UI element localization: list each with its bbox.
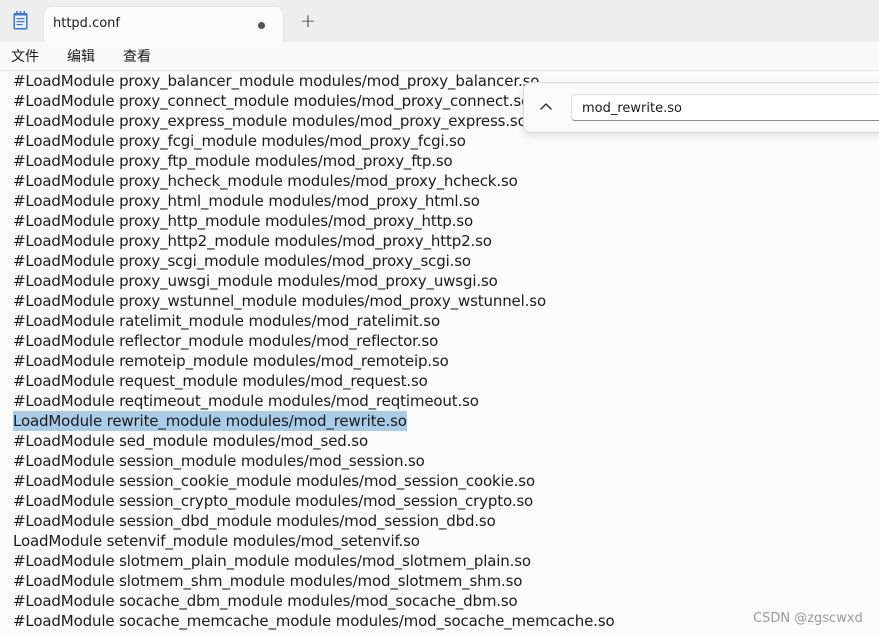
find-bar: mod_rewrite.so [523, 82, 879, 133]
menu-view[interactable]: 查看 [123, 46, 151, 66]
text-line[interactable]: #LoadModule socache_dbm_module modules/m… [13, 591, 518, 611]
text-line[interactable]: #LoadModule proxy_scgi_module modules/mo… [13, 251, 471, 271]
text-line[interactable]: #LoadModule proxy_ftp_module modules/mod… [13, 151, 453, 171]
text-line[interactable]: #LoadModule sed_module modules/mod_sed.s… [13, 431, 368, 451]
text-line[interactable]: #LoadModule proxy_balancer_module module… [13, 71, 539, 91]
text-line[interactable]: #LoadModule reqtimeout_module modules/mo… [13, 391, 479, 411]
text-line[interactable]: #LoadModule proxy_fcgi_module modules/mo… [13, 131, 466, 151]
text-line[interactable]: #LoadModule proxy_connect_module modules… [13, 91, 530, 111]
text-line[interactable]: #LoadModule slotmem_plain_module modules… [13, 551, 531, 571]
text-line[interactable]: #LoadModule reflector_module modules/mod… [13, 331, 438, 351]
text-line[interactable]: #LoadModule proxy_hcheck_module modules/… [13, 171, 518, 191]
title-bar: httpd.conf + [0, 0, 879, 42]
text-line[interactable]: #LoadModule request_module modules/mod_r… [13, 371, 428, 391]
unsaved-dot-icon[interactable] [258, 22, 265, 29]
tab-title: httpd.conf [53, 16, 120, 31]
find-previous-chevron-up-icon[interactable] [535, 96, 557, 118]
text-editor[interactable]: #LoadModule proxy_balancer_module module… [0, 71, 879, 635]
text-line[interactable]: #LoadModule proxy_html_module modules/mo… [13, 191, 480, 211]
text-line[interactable]: #LoadModule session_crypto_module module… [13, 491, 533, 511]
text-line[interactable]: #LoadModule remoteip_module modules/mod_… [13, 351, 449, 371]
text-line[interactable]: #LoadModule socache_memcache_module modu… [13, 611, 615, 631]
text-line[interactable]: #LoadModule proxy_http2_module modules/m… [13, 231, 492, 251]
text-line[interactable]: #LoadModule session_dbd_module modules/m… [13, 511, 496, 531]
notepad-app-icon [13, 11, 28, 30]
text-line[interactable]: #LoadModule proxy_wstunnel_module module… [13, 291, 546, 311]
text-line[interactable]: #LoadModule slotmem_shm_module modules/m… [13, 571, 522, 591]
find-input[interactable]: mod_rewrite.so [571, 94, 879, 121]
text-line[interactable]: #LoadModule proxy_express_module modules… [13, 111, 527, 131]
text-line[interactable]: #LoadModule proxy_http_module modules/mo… [13, 211, 473, 231]
menu-bar: 文件 编辑 查看 [0, 42, 879, 71]
text-line[interactable]: #LoadModule proxy_uwsgi_module modules/m… [13, 271, 498, 291]
text-line[interactable]: #LoadModule session_cookie_module module… [13, 471, 535, 491]
watermark: CSDN @zgscwxd [753, 611, 863, 626]
text-line[interactable]: #LoadModule session_module modules/mod_s… [13, 451, 425, 471]
tab-httpd-conf[interactable]: httpd.conf [44, 7, 283, 42]
menu-edit[interactable]: 编辑 [67, 46, 95, 66]
new-tab-plus-icon[interactable]: + [298, 10, 318, 32]
text-line[interactable]: LoadModule setenvif_module modules/mod_s… [13, 531, 420, 551]
text-line[interactable]: #LoadModule ratelimit_module modules/mod… [13, 311, 440, 331]
menu-file[interactable]: 文件 [11, 46, 39, 66]
selected-text-line[interactable]: LoadModule rewrite_module modules/mod_re… [13, 411, 407, 431]
